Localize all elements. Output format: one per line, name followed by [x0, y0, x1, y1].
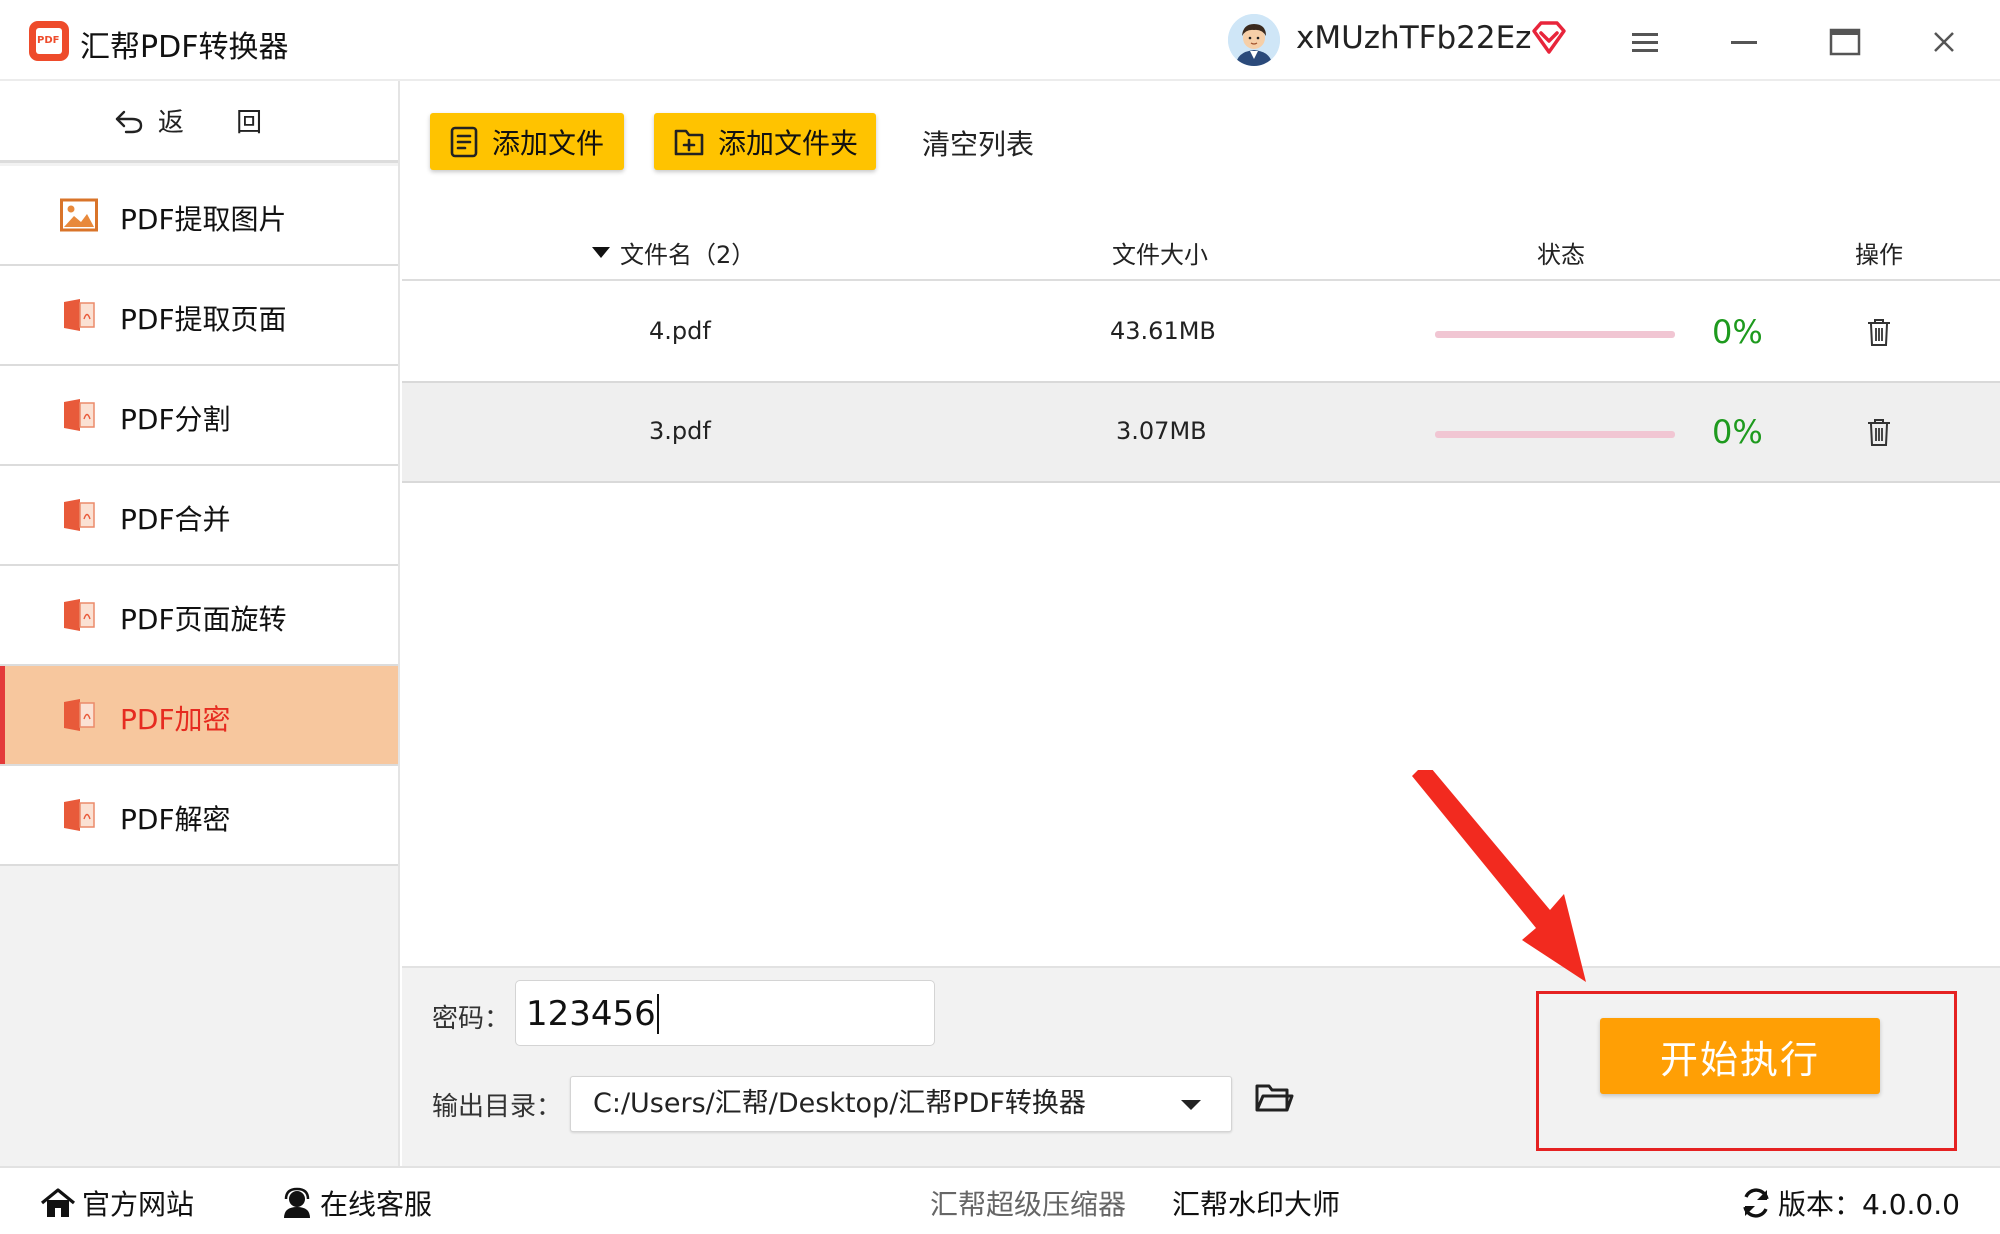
compressor-link[interactable]: 汇帮超级压缩器 — [930, 1183, 1126, 1223]
column-header-status: 状态 — [1537, 241, 1585, 269]
start-button[interactable]: 开始执行 — [1600, 1018, 1880, 1094]
sidebar-item-label: PDF合并 — [120, 503, 231, 536]
app-logo-icon: PDF — [29, 21, 69, 61]
output-dir-select[interactable]: C:/Users/汇帮/Desktop/汇帮PDF转换器 — [570, 1076, 1232, 1132]
password-value: 123456 — [526, 994, 656, 1034]
file-name: 3.pdf — [649, 417, 711, 445]
close-icon[interactable] — [1924, 22, 1964, 62]
password-label: 密码： — [432, 1004, 511, 1034]
user-avatar[interactable] — [1228, 14, 1280, 66]
sidebar-item-merge[interactable]: PDF合并 — [0, 466, 398, 566]
avatar-icon — [1228, 14, 1280, 66]
progress-percent: 0% — [1712, 313, 1763, 351]
footer: 官方网站 在线客服 汇帮超级压缩器 汇帮水印大师 版本：4.0.0.0 — [0, 1166, 2000, 1234]
maximize-icon[interactable] — [1825, 22, 1865, 62]
sidebar-item-extract-pages[interactable]: PDF提取页面 — [0, 266, 398, 366]
file-table-header: 文件名（2） 文件大小 状态 操作 — [402, 221, 2000, 281]
home-icon — [40, 1188, 76, 1217]
sort-desc-icon — [592, 247, 610, 258]
column-header-name[interactable]: 文件名（2） — [592, 235, 755, 270]
watermark-link[interactable]: 汇帮水印大师 — [1172, 1183, 1340, 1223]
back-label: 返 回 — [157, 108, 285, 138]
chevron-down-icon[interactable] — [1181, 1100, 1201, 1110]
delete-trash-icon[interactable] — [1866, 417, 1892, 447]
sidebar-item-label: PDF解密 — [120, 803, 231, 836]
official-website-link[interactable]: 官方网站 — [40, 1183, 194, 1223]
file-size: 3.07MB — [1116, 417, 1207, 445]
add-folder-label: 添加文件夹 — [718, 126, 859, 160]
sidebar-menu: PDF提取图片 PDF提取页面 PDF分割 PDF合并 PDF页面旋转 PDF加… — [0, 166, 398, 866]
customer-service-icon — [284, 1187, 310, 1218]
output-dir-value: C:/Users/汇帮/Desktop/汇帮PDF转换器 — [593, 1088, 1086, 1119]
annotation-arrow-icon — [1412, 770, 1586, 982]
add-file-button[interactable]: 添加文件 — [430, 113, 624, 170]
table-row[interactable]: 3.pdf 3.07MB 0% — [402, 383, 2000, 483]
sidebar-item-rotate[interactable]: PDF页面旋转 — [0, 566, 398, 666]
column-header-operation: 操作 — [1855, 241, 1903, 269]
online-support-link[interactable]: 在线客服 — [280, 1183, 432, 1223]
sidebar-item-decrypt[interactable]: PDF解密 — [0, 766, 398, 866]
sidebar-item-encrypt[interactable]: PDF加密 — [0, 666, 398, 766]
pdf-file-icon — [64, 699, 95, 731]
minimize-icon[interactable] — [1724, 22, 1764, 62]
image-icon — [60, 198, 98, 232]
table-row[interactable]: 4.pdf 43.61MB 0% — [402, 283, 2000, 383]
pdf-file-icon — [64, 799, 95, 831]
file-name: 4.pdf — [649, 317, 711, 345]
pdf-file-icon — [64, 499, 95, 531]
add-folder-icon — [674, 129, 704, 155]
menu-icon[interactable] — [1625, 22, 1665, 62]
back-arrow-icon — [115, 110, 143, 133]
sidebar-item-label: PDF页面旋转 — [120, 603, 287, 636]
main-panel: 添加文件 添加文件夹 清空列表 文件名（2） 文件大小 状态 操作 4.pdf … — [402, 81, 2000, 966]
column-header-size: 文件大小 — [1112, 241, 1208, 269]
progress-bar — [1435, 331, 1675, 338]
progress-percent: 0% — [1712, 413, 1763, 451]
username[interactable]: xMUzhTFb22Ez — [1296, 20, 1531, 56]
vip-diamond-icon[interactable] — [1530, 19, 1568, 57]
output-dir-label: 输出目录： — [432, 1092, 563, 1122]
pdf-file-icon — [64, 599, 95, 631]
title-bar: PDF 汇帮PDF转换器 xMUzhTFb22Ez — [0, 0, 2000, 81]
sidebar-item-label: PDF分割 — [120, 403, 231, 436]
progress-bar — [1435, 431, 1675, 438]
text-caret — [656, 994, 659, 1034]
password-input[interactable]: 123456 — [515, 980, 935, 1046]
sidebar-item-split[interactable]: PDF分割 — [0, 366, 398, 466]
app-title: 汇帮PDF转换器 — [80, 30, 289, 65]
open-folder-icon[interactable] — [1254, 1080, 1294, 1116]
sidebar: 返 回 PDF提取图片 PDF提取页面 PDF分割 PDF合并 PDF页面旋转 … — [0, 81, 400, 1166]
pdf-file-icon — [64, 299, 95, 331]
file-size: 43.61MB — [1110, 317, 1216, 345]
sidebar-item-label: PDF提取图片 — [120, 203, 287, 236]
clear-list-button[interactable]: 清空列表 — [922, 123, 1034, 163]
add-folder-button[interactable]: 添加文件夹 — [654, 113, 876, 170]
add-file-icon — [450, 126, 478, 157]
app-logo-text: PDF — [37, 35, 60, 46]
refresh-icon — [1743, 1188, 1769, 1218]
pdf-file-icon — [64, 399, 95, 431]
back-button[interactable]: 返 回 — [0, 81, 398, 163]
sidebar-item-extract-images[interactable]: PDF提取图片 — [0, 166, 398, 266]
sidebar-item-label: PDF加密 — [120, 703, 231, 736]
version-info[interactable]: 版本：4.0.0.0 — [1740, 1183, 1960, 1223]
delete-trash-icon[interactable] — [1866, 317, 1892, 347]
add-file-label: 添加文件 — [492, 126, 605, 160]
sidebar-item-label: PDF提取页面 — [120, 303, 287, 336]
